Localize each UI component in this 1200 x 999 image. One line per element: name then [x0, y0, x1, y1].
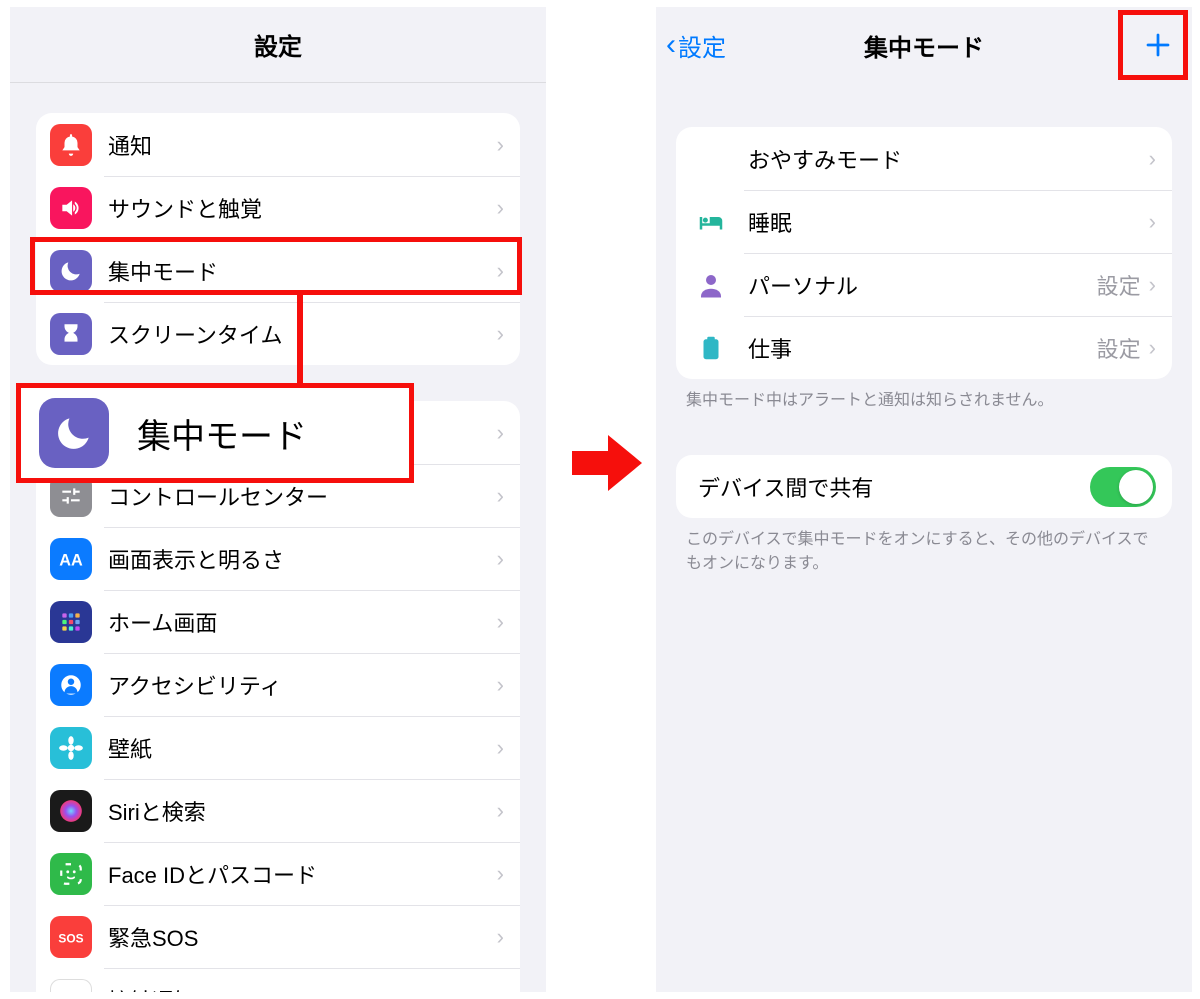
callout-focus: 集中モード: [16, 383, 414, 483]
row-label: アクセシビリティ: [108, 669, 497, 701]
chevron-right-icon: ›: [497, 609, 504, 635]
row-sleep[interactable]: 睡眠 ›: [676, 190, 1172, 253]
navbar: ‹ 設定 集中モード: [656, 7, 1192, 83]
focus-screen: ‹ 設定 集中モード おやすみモード › 睡眠 › パーソナル 設定: [656, 7, 1192, 992]
row-label: 画面表示と明るさ: [108, 543, 497, 575]
chevron-right-icon: ›: [497, 420, 504, 446]
row-label: Siriと検索: [108, 795, 497, 827]
bell-icon: [50, 124, 92, 166]
chevron-right-icon: ›: [497, 195, 504, 221]
arrow-right-icon: [570, 425, 646, 501]
chevron-right-icon: ›: [497, 924, 504, 950]
bed-icon: [690, 201, 732, 243]
moon-icon: [39, 398, 109, 468]
page-title: 設定: [254, 27, 302, 62]
row-dnd[interactable]: おやすみモード ›: [676, 127, 1172, 190]
row-label: 接触通知: [108, 984, 497, 993]
chevron-right-icon: ›: [497, 132, 504, 158]
focus-modes-group: おやすみモード › 睡眠 › パーソナル 設定 › 仕事 設定 ›: [676, 127, 1172, 379]
row-sos[interactable]: 緊急SOS ›: [36, 905, 520, 968]
row-label: 通知: [108, 129, 497, 161]
callout-label: 集中モード: [137, 409, 307, 458]
row-label: デバイス間で共有: [698, 471, 1090, 503]
chevron-right-icon: ›: [1149, 146, 1156, 172]
row-label: 集中モード: [108, 255, 497, 287]
chevron-right-icon: ›: [497, 861, 504, 887]
person-icon: [690, 264, 732, 306]
row-label: コントロールセンター: [108, 480, 497, 512]
row-share[interactable]: デバイス間で共有: [676, 455, 1172, 518]
page-title: 集中モード: [864, 28, 984, 63]
grid-icon: [50, 601, 92, 643]
row-notifications[interactable]: 通知 ›: [36, 113, 520, 176]
row-personal[interactable]: パーソナル 設定 ›: [676, 253, 1172, 316]
row-label: スクリーンタイム: [108, 318, 497, 350]
row-home-screen[interactable]: ホーム画面 ›: [36, 590, 520, 653]
chevron-right-icon: ›: [497, 546, 504, 572]
row-label: 壁紙: [108, 732, 497, 764]
share-footer: このデバイスで集中モードをオンにすると、その他のデバイスでもオンになります。: [686, 528, 1162, 576]
row-label: Face IDとパスコード: [108, 858, 497, 890]
chevron-right-icon: ›: [497, 735, 504, 761]
moon-icon: [690, 138, 732, 180]
chevron-right-icon: ›: [497, 798, 504, 824]
faceid-icon: [50, 853, 92, 895]
row-accessibility[interactable]: アクセシビリティ ›: [36, 653, 520, 716]
row-siri[interactable]: Siriと検索 ›: [36, 779, 520, 842]
row-work[interactable]: 仕事 設定 ›: [676, 316, 1172, 379]
settings-screen: 設定 通知 › サウンドと触覚 › 集中モード › スクリーンタイム ›: [10, 7, 546, 992]
chevron-right-icon: ›: [497, 672, 504, 698]
row-label: サウンドと触覚: [108, 192, 497, 224]
back-label: 設定: [678, 28, 726, 63]
row-detail: 設定: [1097, 269, 1141, 301]
moon-icon: [50, 250, 92, 292]
modes-footer: 集中モード中はアラートと通知は知らされません。: [686, 389, 1162, 413]
person-icon: [50, 664, 92, 706]
exposure-icon: [50, 979, 92, 993]
chevron-left-icon: ‹: [666, 30, 676, 60]
chevron-right-icon: ›: [497, 483, 504, 509]
chevron-right-icon: ›: [497, 321, 504, 347]
row-detail: 設定: [1097, 332, 1141, 364]
row-label: 緊急SOS: [108, 921, 497, 953]
row-label: 睡眠: [748, 206, 1149, 238]
row-focus[interactable]: 集中モード ›: [36, 239, 520, 302]
row-label: おやすみモード: [748, 143, 1149, 175]
row-label: パーソナル: [748, 269, 1097, 301]
row-label: ホーム画面: [108, 606, 497, 638]
plus-icon: [1143, 30, 1173, 60]
chevron-right-icon: ›: [1149, 209, 1156, 235]
settings-group-2: 一般 › コントロールセンター › 画面表示と明るさ › ホーム画面 › アクセ…: [36, 401, 520, 992]
share-toggle[interactable]: [1090, 467, 1156, 507]
row-faceid[interactable]: Face IDとパスコード ›: [36, 842, 520, 905]
siri-icon: [50, 790, 92, 832]
aa-icon: [50, 538, 92, 580]
chevron-right-icon: ›: [1149, 335, 1156, 361]
row-sounds[interactable]: サウンドと触覚 ›: [36, 176, 520, 239]
chevron-right-icon: ›: [497, 987, 504, 993]
speaker-icon: [50, 187, 92, 229]
row-wallpaper[interactable]: 壁紙 ›: [36, 716, 520, 779]
add-focus-button[interactable]: [1130, 17, 1186, 73]
share-group: デバイス間で共有: [676, 455, 1172, 518]
row-display[interactable]: 画面表示と明るさ ›: [36, 527, 520, 590]
settings-group-1: 通知 › サウンドと触覚 › 集中モード › スクリーンタイム ›: [36, 113, 520, 365]
sos-icon: [50, 916, 92, 958]
row-label: 仕事: [748, 332, 1097, 364]
badge-icon: [690, 327, 732, 369]
chevron-right-icon: ›: [497, 258, 504, 284]
row-screen-time[interactable]: スクリーンタイム ›: [36, 302, 520, 365]
chevron-right-icon: ›: [1149, 272, 1156, 298]
hourglass-icon: [50, 313, 92, 355]
flower-icon: [50, 727, 92, 769]
row-exposure[interactable]: 接触通知 ›: [36, 968, 520, 992]
navbar: 設定: [10, 7, 546, 83]
back-button[interactable]: ‹ 設定: [666, 7, 726, 83]
